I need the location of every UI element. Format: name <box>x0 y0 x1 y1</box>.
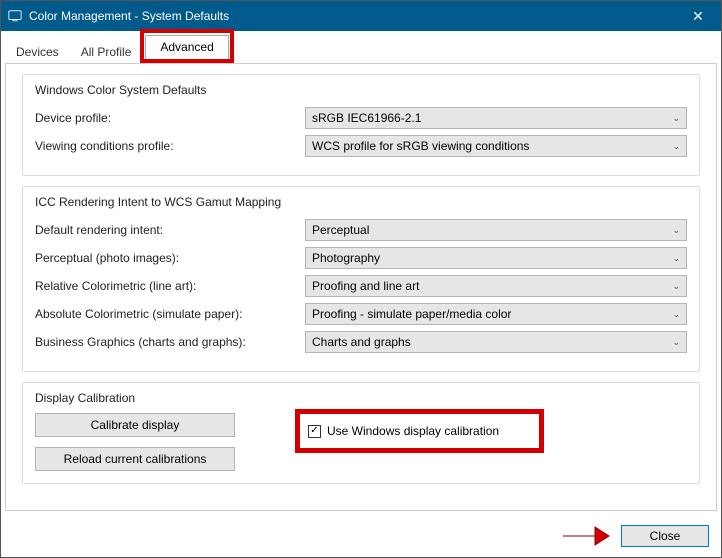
chevron-down-icon: ⌄ <box>672 141 680 152</box>
window-title: Color Management - System Defaults <box>29 9 675 23</box>
label-absolute: Absolute Colorimetric (simulate paper): <box>35 307 305 321</box>
chevron-down-icon: ⌄ <box>672 281 680 292</box>
checkbox-use-windows-calibration[interactable]: ✓ Use Windows display calibration <box>308 424 499 438</box>
chevron-down-icon: ⌄ <box>672 225 680 236</box>
chevron-down-icon: ⌄ <box>672 113 680 124</box>
group-title-icc: ICC Rendering Intent to WCS Gamut Mappin… <box>35 195 687 209</box>
label-relative: Relative Colorimetric (line art): <box>35 279 305 293</box>
app-icon <box>7 8 23 24</box>
label-perceptual: Perceptual (photo images): <box>35 251 305 265</box>
select-relative[interactable]: Proofing and line art ⌄ <box>305 275 687 297</box>
checkbox-icon: ✓ <box>308 425 321 438</box>
select-viewing-conditions-value: WCS profile for sRGB viewing conditions <box>312 139 529 153</box>
tab-all-profiles[interactable]: All Profile <box>70 40 143 64</box>
close-icon[interactable]: ✕ <box>675 1 721 31</box>
chevron-down-icon: ⌄ <box>672 309 680 320</box>
chevron-down-icon: ⌄ <box>672 337 680 348</box>
tabs-row: Devices All Profile Advanced <box>1 31 721 63</box>
footer: Close <box>1 515 721 557</box>
label-default-intent: Default rendering intent: <box>35 223 305 237</box>
select-perceptual[interactable]: Photography ⌄ <box>305 247 687 269</box>
label-business: Business Graphics (charts and graphs): <box>35 335 305 349</box>
window: Color Management - System Defaults ✕ Dev… <box>0 0 722 558</box>
select-device-profile[interactable]: sRGB IEC61966-2.1 ⌄ <box>305 107 687 129</box>
select-viewing-conditions[interactable]: WCS profile for sRGB viewing conditions … <box>305 135 687 157</box>
group-display-calibration: Display Calibration Calibrate display Re… <box>22 382 700 484</box>
select-business-value: Charts and graphs <box>312 335 411 349</box>
reload-calibrations-button[interactable]: Reload current calibrations <box>35 447 235 471</box>
highlight-advanced-tab: Advanced <box>140 29 233 63</box>
select-default-intent[interactable]: Perceptual ⌄ <box>305 219 687 241</box>
tab-advanced[interactable]: Advanced <box>145 35 228 59</box>
titlebar: Color Management - System Defaults ✕ <box>1 1 721 31</box>
select-default-intent-value: Perceptual <box>312 223 369 237</box>
select-device-profile-value: sRGB IEC61966-2.1 <box>312 111 421 125</box>
highlight-use-windows-calibration: ✓ Use Windows display calibration <box>295 409 544 453</box>
tab-devices[interactable]: Devices <box>5 40 70 64</box>
group-wcs-defaults: Windows Color System Defaults Device pro… <box>22 74 700 176</box>
select-perceptual-value: Photography <box>312 251 380 265</box>
label-viewing-conditions: Viewing conditions profile: <box>35 139 305 153</box>
select-absolute-value: Proofing - simulate paper/media color <box>312 307 511 321</box>
group-icc-mapping: ICC Rendering Intent to WCS Gamut Mappin… <box>22 186 700 372</box>
select-absolute[interactable]: Proofing - simulate paper/media color ⌄ <box>305 303 687 325</box>
chevron-down-icon: ⌄ <box>672 253 680 264</box>
select-relative-value: Proofing and line art <box>312 279 419 293</box>
select-business[interactable]: Charts and graphs ⌄ <box>305 331 687 353</box>
group-title-calibration: Display Calibration <box>35 391 687 405</box>
group-title-wcs: Windows Color System Defaults <box>35 83 687 97</box>
label-device-profile: Device profile: <box>35 111 305 125</box>
calibrate-display-button[interactable]: Calibrate display <box>35 413 235 437</box>
arrow-icon <box>561 523 611 549</box>
panel-advanced: Windows Color System Defaults Device pro… <box>5 63 717 511</box>
close-button[interactable]: Close <box>621 525 709 547</box>
checkbox-label: Use Windows display calibration <box>327 424 499 438</box>
